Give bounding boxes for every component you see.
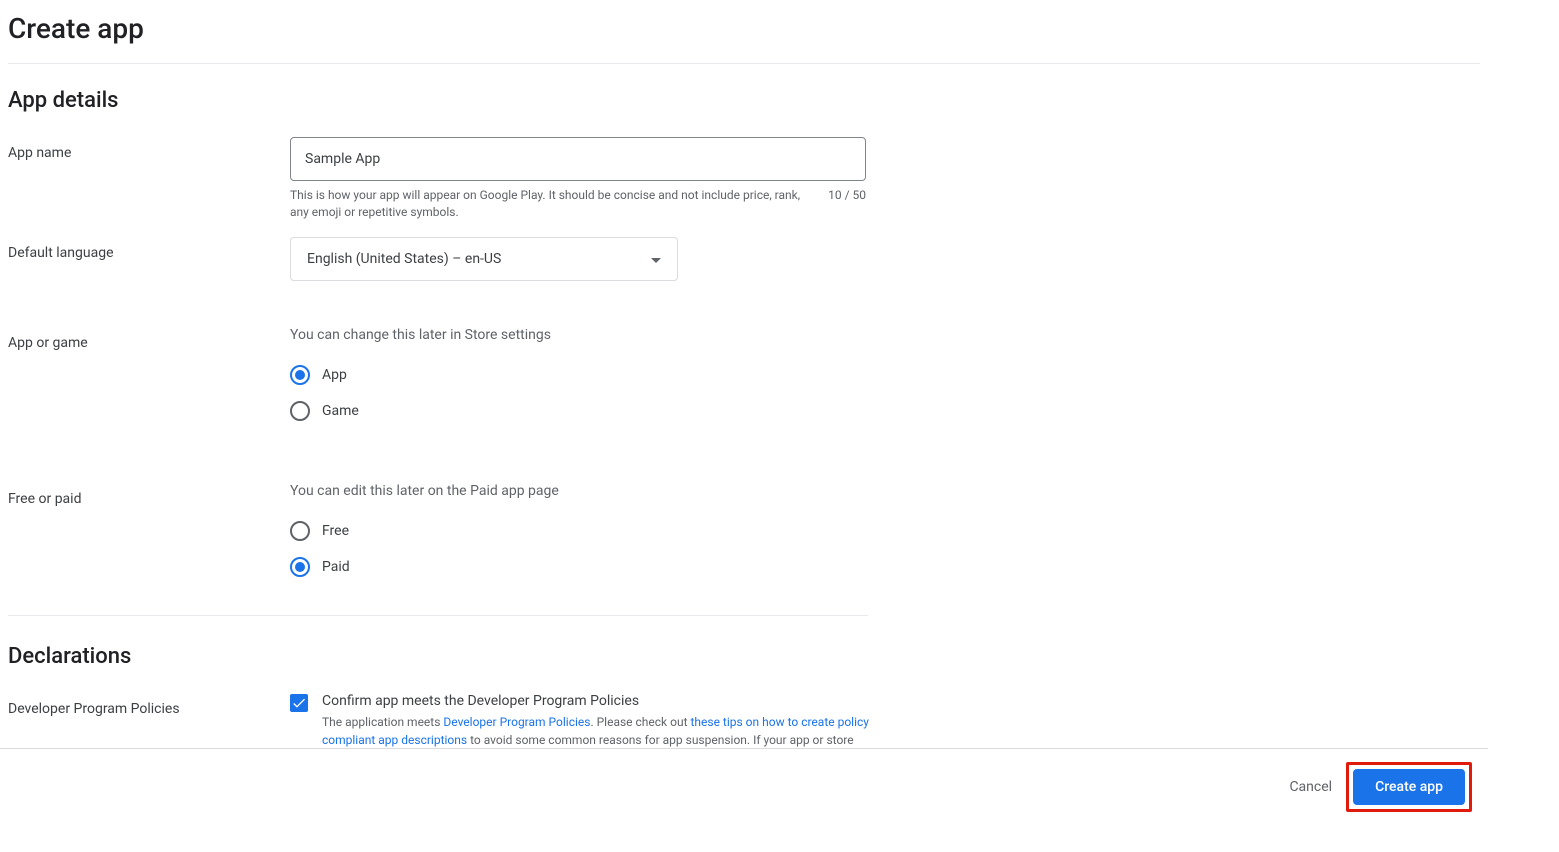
radio-icon-selected [290, 365, 310, 385]
app-name-char-count: 10 / 50 [828, 187, 866, 221]
field-app-or-game: App or game You can change this later in… [8, 327, 872, 437]
radio-app[interactable]: App [290, 365, 872, 385]
radio-free-label: Free [322, 523, 349, 539]
field-free-or-paid: Free or paid You can edit this later on … [8, 483, 872, 593]
desc-text: . Please check out [590, 715, 690, 729]
checkbox-developer-policies[interactable] [290, 694, 308, 712]
check-icon [291, 695, 307, 711]
create-app-button[interactable]: Create app [1353, 769, 1465, 805]
section-declarations-title: Declarations [8, 644, 872, 669]
field-developer-policies: Developer Program Policies Confirm app m… [8, 693, 872, 748]
label-app-name: App name [8, 137, 290, 161]
radio-app-label: App [322, 367, 347, 383]
footer-bar: Cancel Create app [0, 748, 1488, 824]
radio-icon [290, 401, 310, 421]
radio-icon [290, 521, 310, 541]
default-language-value: English (United States) – en-US [307, 251, 501, 267]
hint-app-or-game: You can change this later in Store setti… [290, 327, 872, 343]
checkbox-primary-text: Confirm app meets the Developer Program … [322, 693, 872, 709]
hint-free-or-paid: You can edit this later on the Paid app … [290, 483, 872, 499]
radio-game-label: Game [322, 403, 359, 419]
link-developer-program-policies[interactable]: Developer Program Policies [443, 715, 590, 729]
desc-text: The application meets [322, 715, 443, 729]
checkbox-description: The application meets Developer Program … [322, 713, 872, 748]
radio-paid-label: Paid [322, 559, 350, 575]
label-default-language: Default language [8, 237, 290, 261]
cancel-button[interactable]: Cancel [1275, 769, 1346, 805]
section-divider [8, 615, 868, 616]
app-name-input[interactable] [290, 137, 866, 181]
section-app-details-title: App details [8, 88, 1480, 113]
field-default-language: Default language English (United States)… [8, 237, 872, 281]
radio-game[interactable]: Game [290, 401, 872, 421]
label-free-or-paid: Free or paid [8, 483, 290, 507]
default-language-select[interactable]: English (United States) – en-US [290, 237, 678, 281]
page-title: Create app [8, 12, 1480, 45]
title-divider [8, 63, 1480, 64]
app-name-help: This is how your app will appear on Goog… [290, 187, 828, 221]
label-developer-policies: Developer Program Policies [8, 693, 290, 717]
radio-free[interactable]: Free [290, 521, 872, 541]
radio-paid[interactable]: Paid [290, 557, 872, 577]
label-app-or-game: App or game [8, 327, 290, 351]
radio-icon-selected [290, 557, 310, 577]
chevron-down-icon [651, 251, 661, 267]
field-app-name: App name This is how your app will appea… [8, 137, 872, 221]
create-app-highlight: Create app [1346, 762, 1472, 812]
